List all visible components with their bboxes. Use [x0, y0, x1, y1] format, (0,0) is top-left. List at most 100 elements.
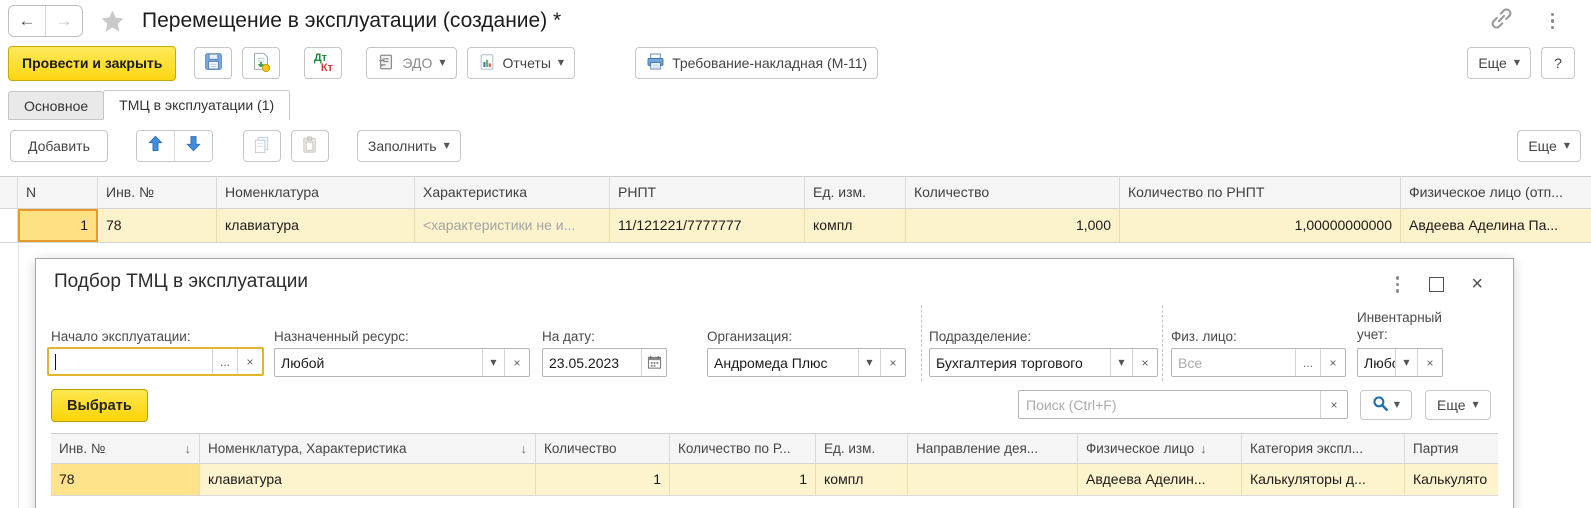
select-button[interactable]: Выбрать: [51, 389, 148, 422]
department-field[interactable]: Бухгалтерия торгового ▼ ×: [929, 348, 1158, 377]
search-icon: [1372, 395, 1389, 415]
col-header-nomenclature[interactable]: Номенклатура, Характеристика↓: [200, 434, 536, 463]
person-field[interactable]: Все ... ×: [1171, 348, 1346, 377]
cell-n-active[interactable]: 1: [18, 209, 98, 242]
reports-dropdown-button[interactable]: Отчеты ▼: [467, 47, 576, 79]
edo-dropdown-button[interactable]: ЭДО ▼: [366, 47, 456, 79]
cell-person[interactable]: Авдеева Аделин...: [1078, 464, 1242, 495]
reports-icon: [478, 53, 496, 74]
forward-button[interactable]: →: [45, 6, 82, 36]
cell-direction[interactable]: [908, 464, 1078, 495]
search-input[interactable]: [1019, 391, 1320, 418]
cell-batch[interactable]: Калькулято: [1405, 464, 1498, 495]
dialog-menu-dots-icon[interactable]: [1393, 273, 1403, 296]
col-header-qty-rnpt[interactable]: Количество по Р...: [670, 434, 816, 463]
cell-inv[interactable]: 78: [98, 209, 217, 242]
col-header-inv[interactable]: Инв. №: [98, 177, 217, 208]
dropdown-button[interactable]: ▼: [482, 349, 504, 376]
cell-category[interactable]: Калькуляторы д...: [1242, 464, 1405, 495]
cell-nomenclature[interactable]: клавиатура: [200, 464, 536, 495]
link-icon[interactable]: [1489, 6, 1514, 36]
text-cursor: [55, 354, 56, 370]
cell-characteristic[interactable]: <характеристики не и...: [415, 209, 610, 242]
move-down-button[interactable]: [174, 131, 212, 161]
help-button[interactable]: ?: [1541, 47, 1575, 79]
cell-rnpt[interactable]: 11/121221/7777777: [610, 209, 805, 242]
choose-button[interactable]: ...: [212, 349, 237, 374]
clear-button[interactable]: ×: [1132, 349, 1157, 376]
favorite-star-icon[interactable]: [99, 8, 126, 35]
search-clear-button[interactable]: ×: [1320, 391, 1347, 418]
col-header-qty-rnpt[interactable]: Количество по РНПТ: [1120, 177, 1401, 208]
col-header-n[interactable]: N: [18, 177, 98, 208]
table-row[interactable]: 1 78 клавиатура <характеристики не и... …: [0, 209, 1591, 243]
post-document-button[interactable]: [242, 47, 280, 79]
col-header-qty[interactable]: Количество: [536, 434, 670, 463]
dropdown-button[interactable]: ▼: [1110, 349, 1132, 376]
titlebar-actions: [1489, 6, 1591, 36]
search-options-button[interactable]: ▼: [1360, 390, 1412, 420]
cell-unit[interactable]: компл: [816, 464, 908, 495]
col-header-rnpt[interactable]: РНПТ: [610, 177, 805, 208]
cell-qty[interactable]: 1,000: [906, 209, 1120, 242]
col-header-characteristic[interactable]: Характеристика: [415, 177, 610, 208]
chevron-down-icon: ▼: [1564, 142, 1570, 150]
filter-label-person: Физ. лицо:: [1171, 329, 1237, 344]
col-header-person[interactable]: Физическое лицо↓: [1078, 434, 1242, 463]
cell-unit[interactable]: компл: [805, 209, 906, 242]
cell-person[interactable]: Авдеева Аделина Па...: [1401, 209, 1591, 242]
save-button[interactable]: [194, 47, 232, 79]
calendar-icon[interactable]: [641, 349, 666, 376]
clear-button[interactable]: ×: [1417, 349, 1442, 376]
more-button[interactable]: Еще ▼: [1467, 47, 1531, 79]
filter-label-date: На дату:: [542, 329, 595, 344]
close-icon[interactable]: ×: [1471, 278, 1483, 291]
fill-dropdown-button[interactable]: Заполнить ▼: [357, 130, 461, 162]
maximize-icon[interactable]: [1429, 277, 1444, 292]
paste-row-button[interactable]: [291, 130, 329, 162]
col-header-direction[interactable]: Направление дея...: [908, 434, 1078, 463]
items-table-header: N Инв. № Номенклатура Характеристика РНП…: [0, 176, 1591, 209]
inventory-field[interactable]: Любой ▼ ×: [1357, 348, 1443, 377]
dropdown-button[interactable]: ▼: [1395, 349, 1417, 376]
col-header-qty[interactable]: Количество: [906, 177, 1120, 208]
cell-nomenclature[interactable]: клавиатура: [217, 209, 415, 242]
move-up-button[interactable]: [137, 131, 174, 161]
col-header-person[interactable]: Физическое лицо (отп...: [1401, 177, 1591, 208]
menu-dots-icon[interactable]: [1548, 10, 1558, 33]
dialog-more-button[interactable]: Еще ▼: [1425, 390, 1491, 420]
col-header-nomenclature[interactable]: Номенклатура: [217, 177, 415, 208]
table-row[interactable]: 78 клавиатура 1 1 компл Авдеева Аделин..…: [51, 464, 1498, 496]
post-and-close-button[interactable]: Провести и закрыть: [8, 46, 176, 81]
col-header-batch[interactable]: Партия: [1405, 434, 1498, 463]
organization-field[interactable]: Андромеда Плюс ▼ ×: [707, 348, 906, 377]
document-post-icon: [250, 51, 272, 76]
dtkt-button[interactable]: Дт Кт: [304, 47, 342, 79]
col-header-unit[interactable]: Ед. изм.: [805, 177, 906, 208]
cell-inv-active[interactable]: 78: [51, 464, 200, 495]
col-header-category[interactable]: Категория экспл...: [1242, 434, 1405, 463]
m11-print-button[interactable]: Требование-накладная (М-11): [635, 47, 878, 79]
on-date-field[interactable]: 23.05.2023: [542, 348, 667, 377]
clear-button[interactable]: ×: [880, 349, 905, 376]
clear-button[interactable]: ×: [237, 349, 262, 374]
dropdown-button[interactable]: ▼: [858, 349, 880, 376]
col-header-unit[interactable]: Ед. изм.: [816, 434, 908, 463]
list-toolbar: Добавить Заполнить ▼ Еще ▼: [0, 128, 1591, 164]
add-row-button[interactable]: Добавить: [10, 130, 108, 162]
col-header-inv[interactable]: Инв. №↓: [51, 434, 200, 463]
list-more-button[interactable]: Еще ▼: [1517, 130, 1581, 162]
cell-qty-rnpt[interactable]: 1: [670, 464, 816, 495]
tab-main[interactable]: Основное: [8, 91, 104, 120]
cell-qty-rnpt[interactable]: 1,00000000000: [1120, 209, 1401, 242]
start-date-field[interactable]: ... ×: [47, 347, 264, 376]
copy-row-button[interactable]: [243, 130, 281, 162]
clear-button[interactable]: ×: [504, 349, 529, 376]
choose-button[interactable]: ...: [1295, 349, 1320, 376]
arrow-down-icon: [185, 135, 202, 157]
tab-tmc-in-operation[interactable]: ТМЦ в эксплуатации (1): [103, 90, 290, 120]
cell-qty[interactable]: 1: [536, 464, 670, 495]
resource-field[interactable]: Любой ▼ ×: [274, 348, 530, 377]
back-button[interactable]: ←: [9, 6, 45, 36]
clear-button[interactable]: ×: [1320, 349, 1345, 376]
